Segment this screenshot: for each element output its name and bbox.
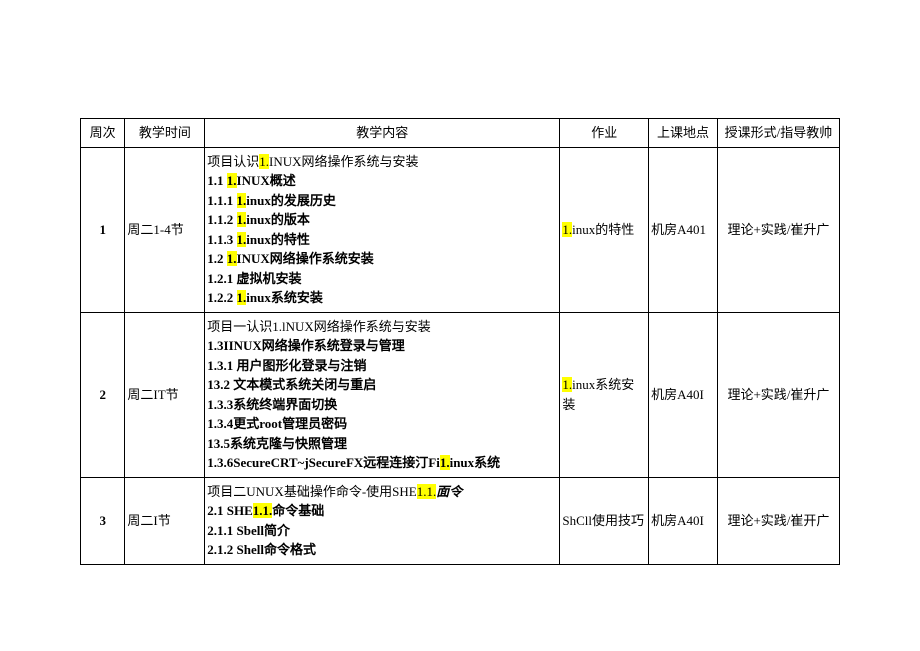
table-row: 2 周二IT节 项目一认识1.lNUX网络操作系统与安装1.3IINUX网络操作… xyxy=(81,312,840,477)
table-row: 1 周二1-4节 项目认识1.INUX网络操作系统与安装1.1 1.INUX概述… xyxy=(81,147,840,312)
table-row: 3 周二I节 项目二UNUX基础操作命令-使用SHE1.1.面令2.1 SHE1… xyxy=(81,477,840,564)
header-mode: 授课形式/指导教帅 xyxy=(717,119,839,148)
cell-mode: 理论+实践/崔升广 xyxy=(717,147,839,312)
cell-time: 周二IT节 xyxy=(125,312,205,477)
cell-content: 项目二UNUX基础操作命令-使用SHE1.1.面令2.1 SHE1.1.命令基础… xyxy=(205,477,560,564)
cell-time: 周二I节 xyxy=(125,477,205,564)
cell-location: 机房A401 xyxy=(649,147,718,312)
cell-location: 机房A40I xyxy=(649,312,718,477)
table-header-row: 周次 教学时间 教学内容 作业 上课地点 授课形式/指导教帅 xyxy=(81,119,840,148)
cell-content: 项目一认识1.lNUX网络操作系统与安装1.3IINUX网络操作系统登录与管理1… xyxy=(205,312,560,477)
cell-homework: 1.inux系统安装 xyxy=(560,312,649,477)
cell-content: 项目认识1.INUX网络操作系统与安装1.1 1.INUX概述1.1.1 1.i… xyxy=(205,147,560,312)
table-body: 1 周二1-4节 项目认识1.INUX网络操作系统与安装1.1 1.INUX概述… xyxy=(81,147,840,564)
header-content: 教学内容 xyxy=(205,119,560,148)
cell-location: 机房A40I xyxy=(649,477,718,564)
header-location: 上课地点 xyxy=(649,119,718,148)
header-week: 周次 xyxy=(81,119,125,148)
cell-week: 2 xyxy=(81,312,125,477)
header-time: 教学时间 xyxy=(125,119,205,148)
cell-homework: ShCll使用技巧 xyxy=(560,477,649,564)
header-homework: 作业 xyxy=(560,119,649,148)
cell-time: 周二1-4节 xyxy=(125,147,205,312)
cell-mode: 理论+实践/崔开广 xyxy=(717,477,839,564)
cell-homework: 1.inux的特性 xyxy=(560,147,649,312)
cell-week: 1 xyxy=(81,147,125,312)
page-content: 周次 教学时间 教学内容 作业 上课地点 授课形式/指导教帅 1 周二1-4节 … xyxy=(0,0,920,565)
schedule-table: 周次 教学时间 教学内容 作业 上课地点 授课形式/指导教帅 1 周二1-4节 … xyxy=(80,118,840,565)
cell-week: 3 xyxy=(81,477,125,564)
cell-mode: 理论+实践/崔升广 xyxy=(717,312,839,477)
